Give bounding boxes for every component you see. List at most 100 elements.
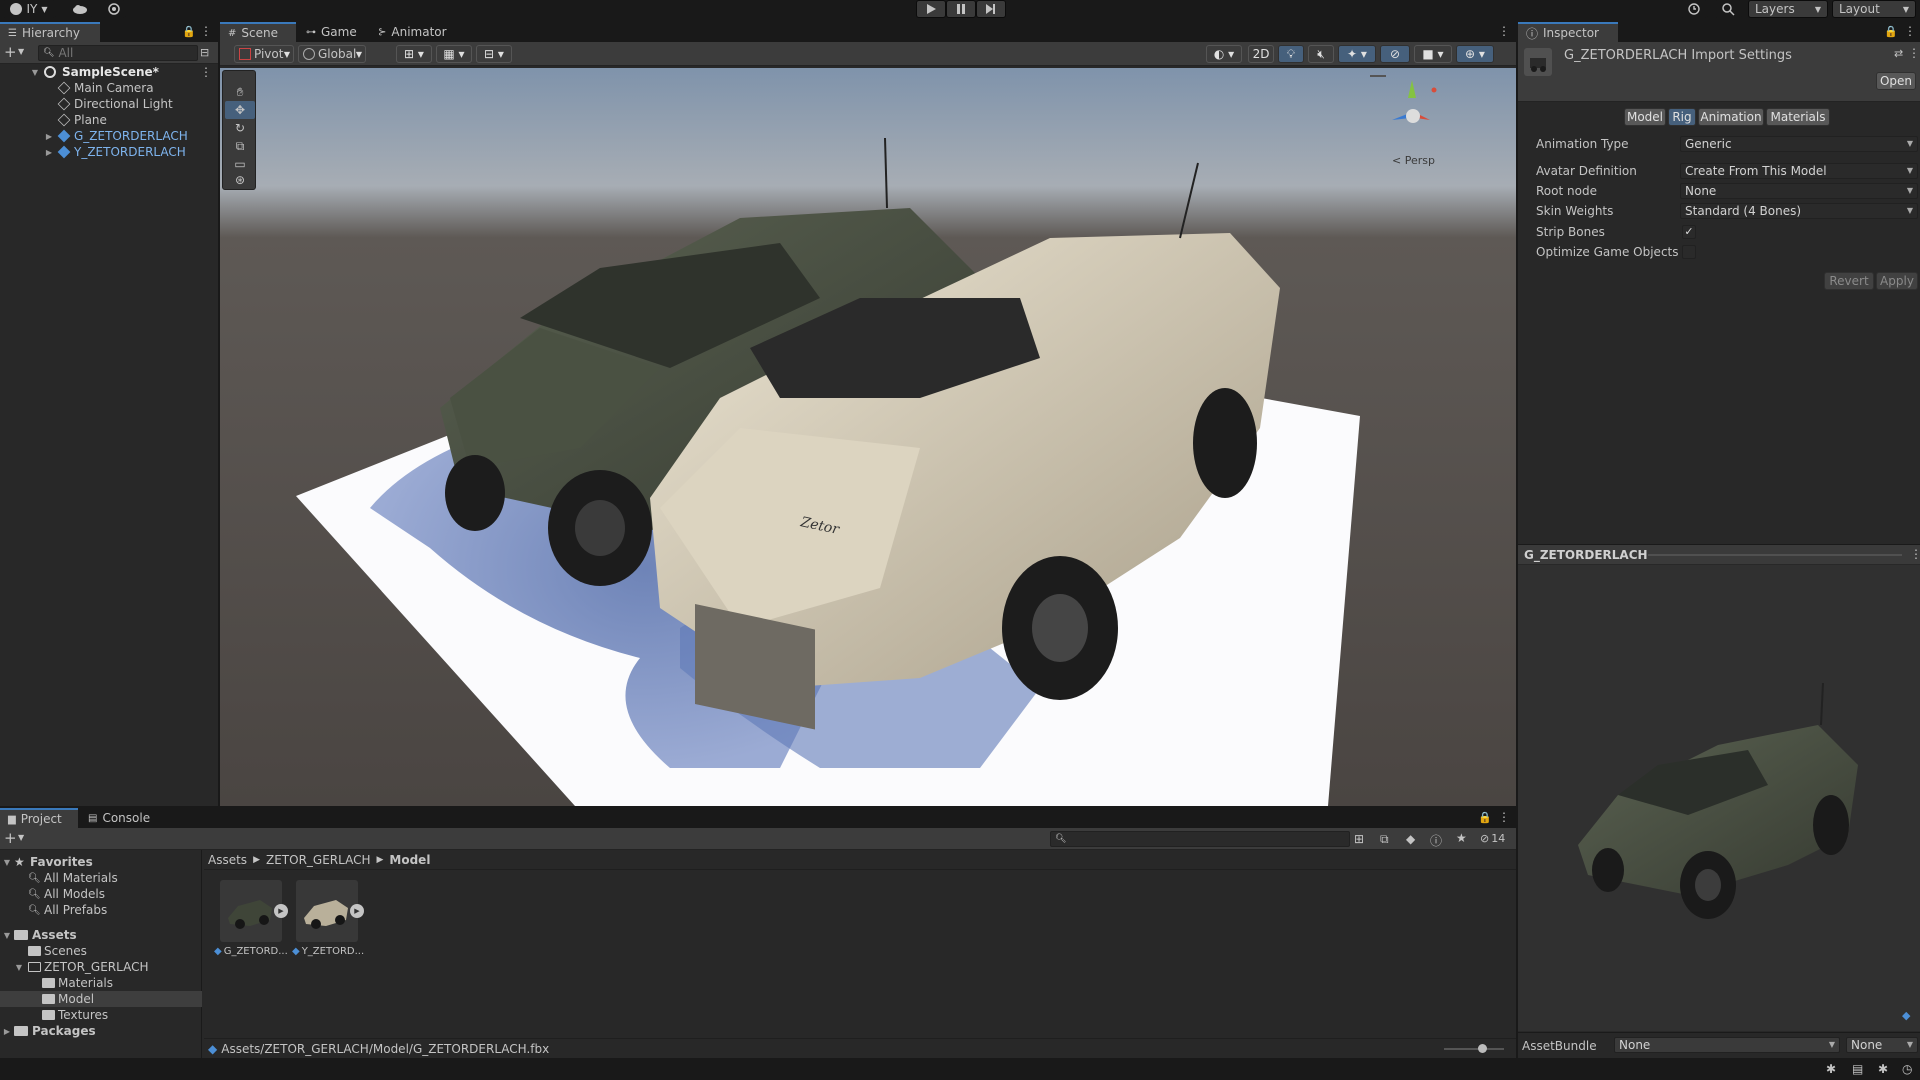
search-by-label-icon[interactable]: ⧉ <box>1380 832 1389 847</box>
expand-arrow-icon[interactable]: ▶ <box>44 131 54 141</box>
hierarchy-item-prefab[interactable]: ▶ Y_ZETORDERLACH <box>0 144 218 160</box>
draw-mode-button[interactable]: ◐ ▾ <box>1206 45 1242 63</box>
asset-thumbnail[interactable] <box>296 880 358 942</box>
grid-snap-button[interactable]: ⊞ ▾ <box>396 45 432 63</box>
optimize-game-objects-checkbox[interactable] <box>1682 245 1696 259</box>
scene-search-icon[interactable]: ⊟ <box>200 46 209 59</box>
global-dropdown[interactable]: Global ▼ <box>298 45 366 63</box>
root-node-dropdown[interactable]: None ▼ <box>1680 183 1918 199</box>
expand-arrow-icon[interactable]: ▼ <box>2 857 12 867</box>
progress-icon[interactable]: ✱ <box>1878 1062 1888 1076</box>
revert-button[interactable]: Revert <box>1824 272 1874 290</box>
tree-item[interactable]: Scenes <box>0 943 202 959</box>
tree-item[interactable]: ▼ ZETOR_GERLACH <box>0 959 202 975</box>
lock-icon[interactable]: 🔒 <box>1478 811 1492 824</box>
2d-toggle[interactable]: 2D <box>1248 45 1274 63</box>
tab-game[interactable]: ⊶ Game <box>298 22 368 42</box>
tab-scene[interactable]: # Scene <box>220 22 296 42</box>
tab-project[interactable]: ▆ Project <box>0 808 78 828</box>
expand-model-button[interactable]: ▶ <box>274 904 288 918</box>
lock-icon[interactable]: 🔒 <box>182 25 196 38</box>
perspective-label[interactable]: < Persp <box>1392 154 1435 167</box>
step-button[interactable] <box>976 0 1006 18</box>
animation-type-dropdown[interactable]: Generic ▼ <box>1680 136 1918 152</box>
hierarchy-item-prefab[interactable]: ▶ G_ZETORDERLACH <box>0 128 218 144</box>
avatar-definition-dropdown[interactable]: Create From This Model ▼ <box>1680 163 1918 179</box>
expand-arrow-icon[interactable]: ▼ <box>30 67 40 77</box>
star-icon[interactable]: ★ <box>1456 831 1467 845</box>
pause-button[interactable] <box>946 0 976 18</box>
tag-icon[interactable]: ◆ <box>1406 832 1415 846</box>
tab-console[interactable]: ▤ Console <box>80 808 160 828</box>
model-preview[interactable]: ◆ <box>1518 565 1920 1031</box>
thumbnail-size-slider[interactable] <box>1444 1044 1504 1053</box>
chevron-down-icon[interactable]: ▼ <box>18 47 24 56</box>
search-by-type-icon[interactable]: ⊞ <box>1354 832 1364 846</box>
gizmos-dropdown[interactable]: ⊕ ▾ <box>1456 45 1494 63</box>
more-options-icon[interactable]: ⋮ <box>1910 547 1920 561</box>
tree-item[interactable]: 🔍︎ All Materials <box>0 870 202 886</box>
preview-header[interactable]: G_ZETORDERLACH ⋮ <box>1518 544 1920 564</box>
project-search-input[interactable]: 🔍︎ <box>1050 831 1350 847</box>
tab-hierarchy[interactable]: ☰ Hierarchy <box>0 22 100 42</box>
search-icon[interactable] <box>1714 0 1742 18</box>
lock-icon[interactable]: 🔒 <box>1884 25 1898 38</box>
increment-snap-button[interactable]: ⊟ ▾ <box>476 45 512 63</box>
slider-handle[interactable] <box>1478 1044 1487 1053</box>
auto-refresh-icon[interactable]: ◷ <box>1902 1062 1912 1076</box>
open-button[interactable]: Open <box>1876 72 1916 90</box>
more-options-icon[interactable]: ⋮ <box>200 65 212 79</box>
tree-item[interactable]: 🔍︎ All Prefabs <box>0 902 202 918</box>
bug-icon[interactable]: ✱ <box>1826 1062 1836 1076</box>
layers-dropdown[interactable]: Layers ▼ <box>1748 0 1828 18</box>
tree-item-assets[interactable]: ▼ Assets <box>0 927 202 943</box>
hierarchy-item[interactable]: Plane <box>0 112 218 128</box>
settings-sliders-icon[interactable]: ⇄ <box>1894 47 1903 60</box>
tab-inspector[interactable]: ⓘ Inspector <box>1518 22 1618 42</box>
more-options-icon[interactable]: ⋮ <box>1904 24 1916 38</box>
more-options-icon[interactable]: ⋮ <box>1498 810 1510 824</box>
scene-row[interactable]: ▼ SampleScene* ⋮ <box>0 64 218 80</box>
grid-visibility-button[interactable]: ▦ ▾ <box>436 45 472 63</box>
add-icon[interactable]: + <box>4 43 17 61</box>
preview-drag-handle[interactable] <box>1648 554 1902 556</box>
breadcrumb-item[interactable]: ZETOR_GERLACH <box>266 853 371 867</box>
layout-dropdown[interactable]: Layout ▼ <box>1832 0 1916 18</box>
assetbundle-dropdown[interactable]: None ▼ <box>1614 1037 1840 1053</box>
strip-bones-checkbox[interactable]: ✓ <box>1682 225 1696 239</box>
tree-item[interactable]: 🔍︎ All Models <box>0 886 202 902</box>
tab-animator[interactable]: ⊱ Animator <box>370 22 460 42</box>
hierarchy-search-input[interactable]: 🔍︎ All <box>38 45 198 61</box>
tab-materials[interactable]: Materials <box>1766 108 1830 126</box>
expand-arrow-icon[interactable]: ▶ <box>2 1026 12 1036</box>
cache-icon[interactable]: ▤ <box>1852 1062 1863 1076</box>
scene-visibility-toggle[interactable]: ⊘ <box>1380 45 1410 63</box>
expand-arrow-icon[interactable]: ▼ <box>2 930 12 940</box>
camera-dropdown[interactable]: ■ ▾ <box>1414 45 1452 63</box>
account-dropdown[interactable]: IY ▼ <box>2 0 56 18</box>
breadcrumb-item[interactable]: Model <box>389 853 430 867</box>
expand-model-button[interactable]: ▶ <box>350 904 364 918</box>
play-button[interactable] <box>916 0 946 18</box>
breadcrumb-item[interactable]: Assets <box>208 853 247 867</box>
hand-tool-button[interactable]: ✋︎ <box>225 83 255 101</box>
more-options-icon[interactable]: ⋮ <box>1908 46 1920 60</box>
audio-toggle[interactable]: 🔇︎ <box>1308 45 1334 63</box>
tag-icon[interactable]: ◆ <box>1902 1009 1910 1022</box>
asset-thumbnail[interactable] <box>220 880 282 942</box>
cloud-icon[interactable] <box>68 0 92 18</box>
more-options-icon[interactable]: ⋮ <box>200 24 212 38</box>
tree-item[interactable]: Textures <box>0 1007 202 1023</box>
pivot-dropdown[interactable]: Pivot ▼ <box>234 45 294 63</box>
chevron-down-icon[interactable]: ▼ <box>18 833 24 842</box>
add-icon[interactable]: + <box>4 829 17 847</box>
effects-dropdown[interactable]: ✦ ▾ <box>1338 45 1376 63</box>
scale-tool-button[interactable]: ⧉ <box>225 137 255 155</box>
history-icon[interactable] <box>1680 0 1708 18</box>
expand-arrow-icon[interactable]: ▶ <box>44 147 54 157</box>
transform-tool-button[interactable]: ⊛ <box>225 171 255 189</box>
info-icon[interactable]: ⓘ <box>1430 832 1442 849</box>
hierarchy-item[interactable]: Main Camera <box>0 80 218 96</box>
tree-item-packages[interactable]: ▶ Packages <box>0 1023 202 1039</box>
hidden-packages-toggle[interactable]: ⊘ 14 <box>1480 832 1505 845</box>
